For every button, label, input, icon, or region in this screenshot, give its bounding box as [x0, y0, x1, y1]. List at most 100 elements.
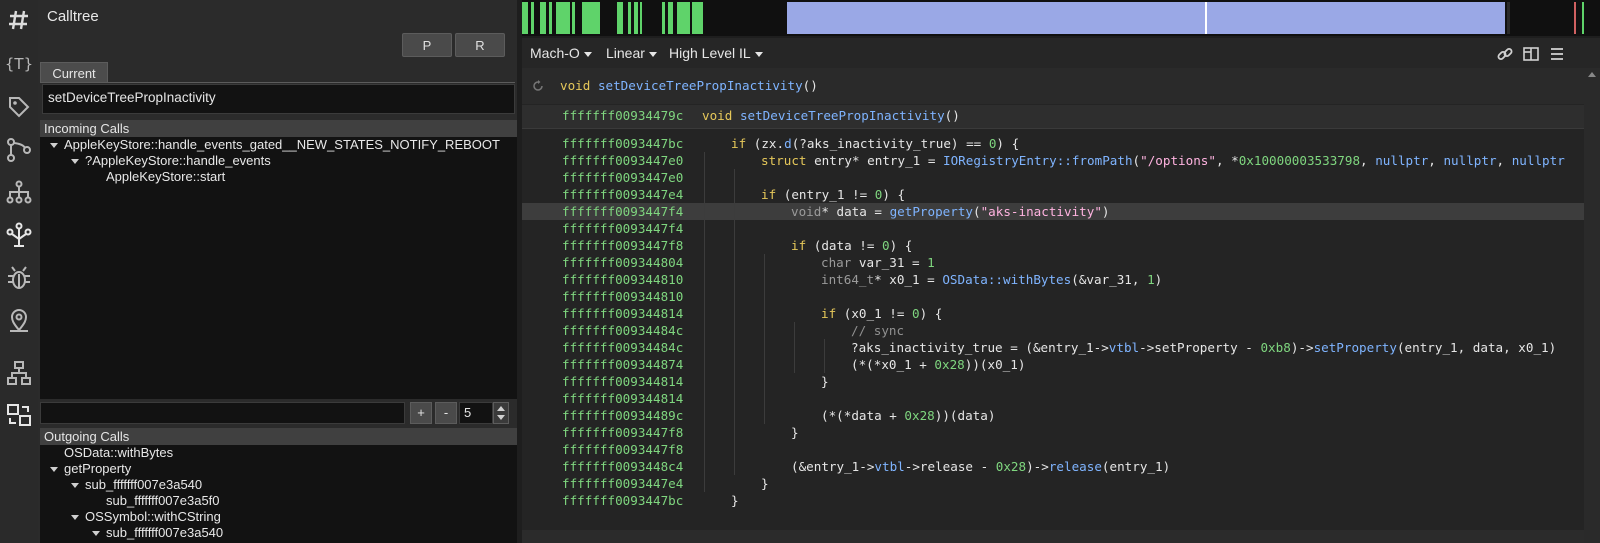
calltree-panel: Calltree P R Current setDeviceTreePropIn…	[38, 0, 539, 543]
header-address[interactable]: fffffff00934479c	[562, 108, 683, 123]
tree-item[interactable]: sub_fffffff007e3a540	[40, 477, 510, 493]
p-button[interactable]: P	[402, 33, 452, 57]
line-address[interactable]: fffffff009344810	[562, 271, 683, 288]
expand-caret-icon[interactable]	[50, 143, 58, 148]
code-line[interactable]: fffffff0093447e0 struct entry* entry_1 = …	[522, 152, 1584, 169]
line-code: (*(*data + 0x28))(data)	[821, 408, 996, 423]
line-address[interactable]: fffffff0093447e4	[562, 475, 683, 492]
compare-icon[interactable]	[5, 401, 33, 429]
spin-down-icon[interactable]	[497, 415, 505, 420]
line-address[interactable]: fffffff0093447f8	[562, 441, 683, 458]
expand-caret-icon[interactable]	[92, 531, 100, 536]
code-line[interactable]: fffffff0093447e4 if (entry_1 != 0) {	[522, 186, 1584, 203]
line-address[interactable]: fffffff009344804	[562, 254, 683, 271]
code-line[interactable]: fffffff009344810	[522, 288, 1584, 305]
code-line[interactable]: fffffff009344804 char var_31 = 1	[522, 254, 1584, 271]
line-address[interactable]: fffffff009344814	[562, 373, 683, 390]
line-address[interactable]: fffffff0093447f4	[562, 203, 683, 220]
code-line[interactable]: fffffff00934489c (*(*data + 0x28))(data)	[522, 407, 1584, 424]
expand-caret-icon[interactable]	[71, 159, 79, 164]
line-address[interactable]: fffffff009344810	[562, 288, 683, 305]
tab-current[interactable]: Current	[40, 62, 108, 83]
code-line[interactable]: fffffff0093447bc if (zx.d(?aks_inactivity…	[522, 135, 1584, 152]
outgoing-calls-tree[interactable]: OSData::withBytes getProperty sub_fffffff0…	[40, 445, 517, 543]
line-address[interactable]: fffffff00934484c	[562, 339, 683, 356]
code-line[interactable]: fffffff009344810 int64_t* x0_1 = OSData::…	[522, 271, 1584, 288]
code-line[interactable]: fffffff0093447e0	[522, 169, 1584, 186]
code-line[interactable]: fffffff009344814 if (x0_1 != 0) {	[522, 305, 1584, 322]
tree-item[interactable]: getProperty	[40, 461, 510, 477]
scroll-up-icon[interactable]	[1588, 72, 1596, 77]
line-address[interactable]: fffffff0093447e4	[562, 186, 683, 203]
expand-caret-icon[interactable]	[71, 483, 79, 488]
line-address[interactable]: fffffff0093447f8	[562, 424, 683, 441]
types-icon[interactable]: {T}	[5, 50, 33, 78]
code-line[interactable]: fffffff0093447bc}	[522, 492, 1584, 509]
code-line[interactable]: fffffff0093447f4	[522, 220, 1584, 237]
minimap[interactable]	[522, 0, 1600, 36]
code-line[interactable]: fffffff00934484c // sync	[522, 322, 1584, 339]
location-pin-icon[interactable]	[5, 306, 33, 334]
expand-caret-icon[interactable]	[71, 515, 79, 520]
tree-item[interactable]: ?AppleKeyStore::handle_events	[40, 153, 510, 169]
code-line[interactable]: fffffff0093447f4 void* data = getProperty…	[522, 203, 1584, 220]
calltree-icon[interactable]	[5, 221, 33, 249]
line-address[interactable]: fffffff00934484c	[562, 322, 683, 339]
hash-icon[interactable]	[5, 6, 33, 34]
line-address[interactable]: fffffff0093448c4	[562, 458, 683, 475]
tree-item[interactable]: OSSymbol::withCString	[40, 509, 510, 525]
horizontal-scrollbar[interactable]	[522, 530, 1584, 543]
code-line[interactable]: fffffff0093447f8 if (data != 0) {	[522, 237, 1584, 254]
line-address[interactable]: fffffff0093447e0	[562, 169, 683, 186]
expand-caret-icon[interactable]	[50, 467, 58, 472]
line-address[interactable]: fffffff0093447f8	[562, 237, 683, 254]
il-level-dropdown[interactable]: High Level IL	[669, 45, 763, 61]
line-address[interactable]: fffffff0093447bc	[562, 135, 683, 152]
current-function-field[interactable]: setDeviceTreePropInactivity	[42, 84, 515, 114]
code-line[interactable]: fffffff00934484c ?aks_inactivity_true = (…	[522, 339, 1584, 356]
stack-icon[interactable]	[5, 359, 33, 387]
line-address[interactable]: fffffff0093447e0	[562, 152, 683, 169]
tree-item[interactable]: sub_fffffff007e3a540	[40, 525, 510, 541]
line-address[interactable]: fffffff0093447bc	[562, 492, 683, 509]
code-line[interactable]: fffffff0093447f8	[522, 441, 1584, 458]
incoming-calls-header: Incoming Calls	[40, 120, 517, 137]
line-address[interactable]: fffffff009344814	[562, 390, 683, 407]
code-line[interactable]: fffffff009344814	[522, 390, 1584, 407]
code-line[interactable]: fffffff0093448c4 (&entry_1->vtbl->release…	[522, 458, 1584, 475]
incoming-calls-tree[interactable]: AppleKeyStore::handle_events_gated__NEW_…	[40, 137, 517, 399]
view-mode-dropdown[interactable]: Linear	[606, 45, 657, 61]
depth-minus-button[interactable]: -	[435, 402, 457, 424]
view-type-dropdown[interactable]: Mach-O	[530, 45, 592, 61]
refresh-icon[interactable]	[531, 79, 545, 93]
line-address[interactable]: fffffff009344814	[562, 305, 683, 322]
hierarchy-icon[interactable]	[5, 178, 33, 206]
line-address[interactable]: fffffff0093447f4	[562, 220, 683, 237]
code-line[interactable]: fffffff009344814}	[522, 373, 1584, 390]
depth-filter-input[interactable]	[40, 402, 405, 424]
hlil-editor[interactable]: void setDeviceTreePropInactivity() fffff…	[522, 68, 1584, 543]
editor-vertical-scrollbar[interactable]	[1584, 68, 1600, 543]
line-address[interactable]: fffffff009344874	[562, 356, 683, 373]
bug-icon[interactable]	[5, 264, 33, 292]
code-line[interactable]: fffffff0093447f8}	[522, 424, 1584, 441]
depth-plus-button[interactable]: +	[410, 402, 432, 424]
code-line[interactable]: fffffff0093447e4}	[522, 475, 1584, 492]
r-button[interactable]: R	[455, 33, 505, 57]
tree-item[interactable]: sub_fffffff007e3a5f0	[40, 493, 510, 509]
split-view-icon[interactable]	[1522, 45, 1540, 63]
tree-item-label: getProperty	[64, 461, 132, 476]
tree-item[interactable]: OSData::withBytes	[40, 445, 510, 461]
line-address[interactable]: fffffff00934489c	[562, 407, 683, 424]
menu-icon[interactable]	[1548, 45, 1566, 63]
tag-icon[interactable]	[5, 93, 33, 121]
depth-spin-arrows[interactable]	[493, 402, 509, 424]
spin-up-icon[interactable]	[497, 406, 505, 411]
tree-item[interactable]: AppleKeyStore::start	[40, 169, 510, 185]
code-line[interactable]: fffffff009344874 (*(*x0_1 + 0x28))(x0_1)	[522, 356, 1584, 373]
graph-icon[interactable]	[5, 136, 33, 164]
tree-item[interactable]: AppleKeyStore::handle_events_gated__NEW_…	[40, 137, 510, 153]
link-icon[interactable]	[1496, 45, 1514, 63]
depth-value-input[interactable]: 5	[459, 402, 493, 424]
view-type-label: Mach-O	[530, 45, 580, 61]
